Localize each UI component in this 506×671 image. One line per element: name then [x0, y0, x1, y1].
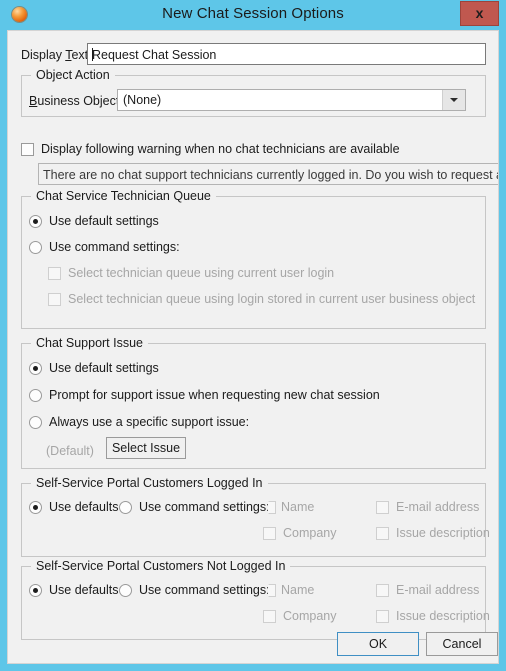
not-logged-in-checkbox-email[interactable] — [376, 584, 389, 597]
logged-in-checkbox-email[interactable] — [376, 501, 389, 514]
display-text-value: Request Chat Session — [92, 48, 217, 62]
logged-in-radio-use-command[interactable] — [119, 501, 132, 514]
dialog-client-area: Display Text: Request Chat Session Objec… — [7, 30, 499, 664]
not-logged-in-checkbox-company[interactable] — [263, 610, 276, 623]
portal-logged-in-legend: Self-Service Portal Customers Logged In — [31, 476, 268, 490]
technician-queue-legend: Chat Service Technician Queue — [31, 189, 216, 203]
window-title: New Chat Session Options — [162, 5, 344, 22]
issue-radio-always-specific-label: Always use a specific support issue: — [49, 415, 250, 429]
logged-in-checkbox-issue-description-label: Issue description — [396, 526, 490, 540]
cancel-button[interactable]: Cancel — [426, 632, 498, 656]
select-issue-button[interactable]: Select Issue — [106, 437, 186, 459]
ok-button[interactable]: OK — [337, 632, 419, 656]
not-logged-in-checkbox-issue-description-label: Issue description — [396, 609, 490, 623]
display-warning-checkbox[interactable] — [21, 143, 34, 156]
queue-checkbox-current-user-login-label: Select technician queue using current us… — [68, 266, 335, 280]
issue-radio-use-default[interactable] — [29, 362, 42, 375]
warning-message-value: There are no chat support technicians cu… — [43, 168, 498, 182]
close-button[interactable]: x — [460, 1, 499, 26]
queue-checkbox-current-user-login[interactable] — [48, 267, 61, 280]
logged-in-radio-use-command-label: Use command settings: — [139, 500, 270, 514]
current-issue-value: (Default) — [46, 444, 94, 458]
queue-checkbox-login-stored[interactable] — [48, 293, 61, 306]
support-issue-legend: Chat Support Issue — [31, 336, 149, 350]
not-logged-in-radio-use-command[interactable] — [119, 584, 132, 597]
issue-radio-prompt-label: Prompt for support issue when requesting… — [49, 388, 380, 402]
queue-radio-use-command[interactable] — [29, 241, 42, 254]
not-logged-in-radio-use-command-label: Use command settings: — [139, 583, 270, 597]
display-warning-label: Display following warning when no chat t… — [41, 142, 400, 156]
warning-message-input[interactable]: There are no chat support technicians cu… — [38, 163, 498, 185]
issue-radio-use-default-label: Use default settings — [49, 361, 159, 375]
not-logged-in-radio-use-defaults-label: Use defaults — [49, 583, 119, 597]
queue-radio-use-command-label: Use command settings: — [49, 240, 180, 254]
not-logged-in-checkbox-company-label: Company — [283, 609, 337, 623]
logged-in-checkbox-company-label: Company — [283, 526, 337, 540]
portal-not-logged-in-group: Self-Service Portal Customers Not Logged… — [21, 559, 486, 640]
logged-in-checkbox-email-label: E-mail address — [396, 500, 480, 514]
object-action-legend: Object Action — [31, 68, 115, 82]
dialog-window: New Chat Session Options x Display Text:… — [0, 0, 506, 671]
not-logged-in-checkbox-name-label: Name — [281, 583, 315, 597]
issue-radio-always-specific[interactable] — [29, 416, 42, 429]
logged-in-checkbox-issue-description[interactable] — [376, 527, 389, 540]
logged-in-checkbox-name[interactable] — [268, 501, 276, 514]
display-text-input[interactable]: Request Chat Session — [87, 43, 486, 65]
display-text-label: Display Text: — [21, 48, 92, 62]
chevron-down-icon[interactable] — [442, 90, 465, 110]
not-logged-in-checkbox-email-label: E-mail address — [396, 583, 480, 597]
business-object-combobox[interactable]: (None) — [117, 89, 466, 111]
portal-logged-in-group: Self-Service Portal Customers Logged In — [21, 476, 486, 557]
queue-checkbox-login-stored-label: Select technician queue using login stor… — [68, 292, 476, 306]
title-bar: New Chat Session Options x — [0, 0, 506, 30]
business-object-value: (None) — [123, 93, 162, 107]
queue-radio-use-default[interactable] — [29, 215, 42, 228]
business-object-label: Business Object: — [29, 94, 123, 108]
logged-in-checkbox-company[interactable] — [263, 527, 276, 540]
not-logged-in-checkbox-name[interactable] — [268, 584, 276, 597]
logged-in-radio-use-defaults-label: Use defaults — [49, 500, 119, 514]
not-logged-in-checkbox-issue-description[interactable] — [376, 610, 389, 623]
logged-in-radio-use-defaults[interactable] — [29, 501, 42, 514]
not-logged-in-radio-use-defaults[interactable] — [29, 584, 42, 597]
queue-radio-use-default-label: Use default settings — [49, 214, 159, 228]
issue-radio-prompt[interactable] — [29, 389, 42, 402]
logged-in-checkbox-name-label: Name — [281, 500, 315, 514]
portal-not-logged-in-legend: Self-Service Portal Customers Not Logged… — [31, 559, 291, 573]
